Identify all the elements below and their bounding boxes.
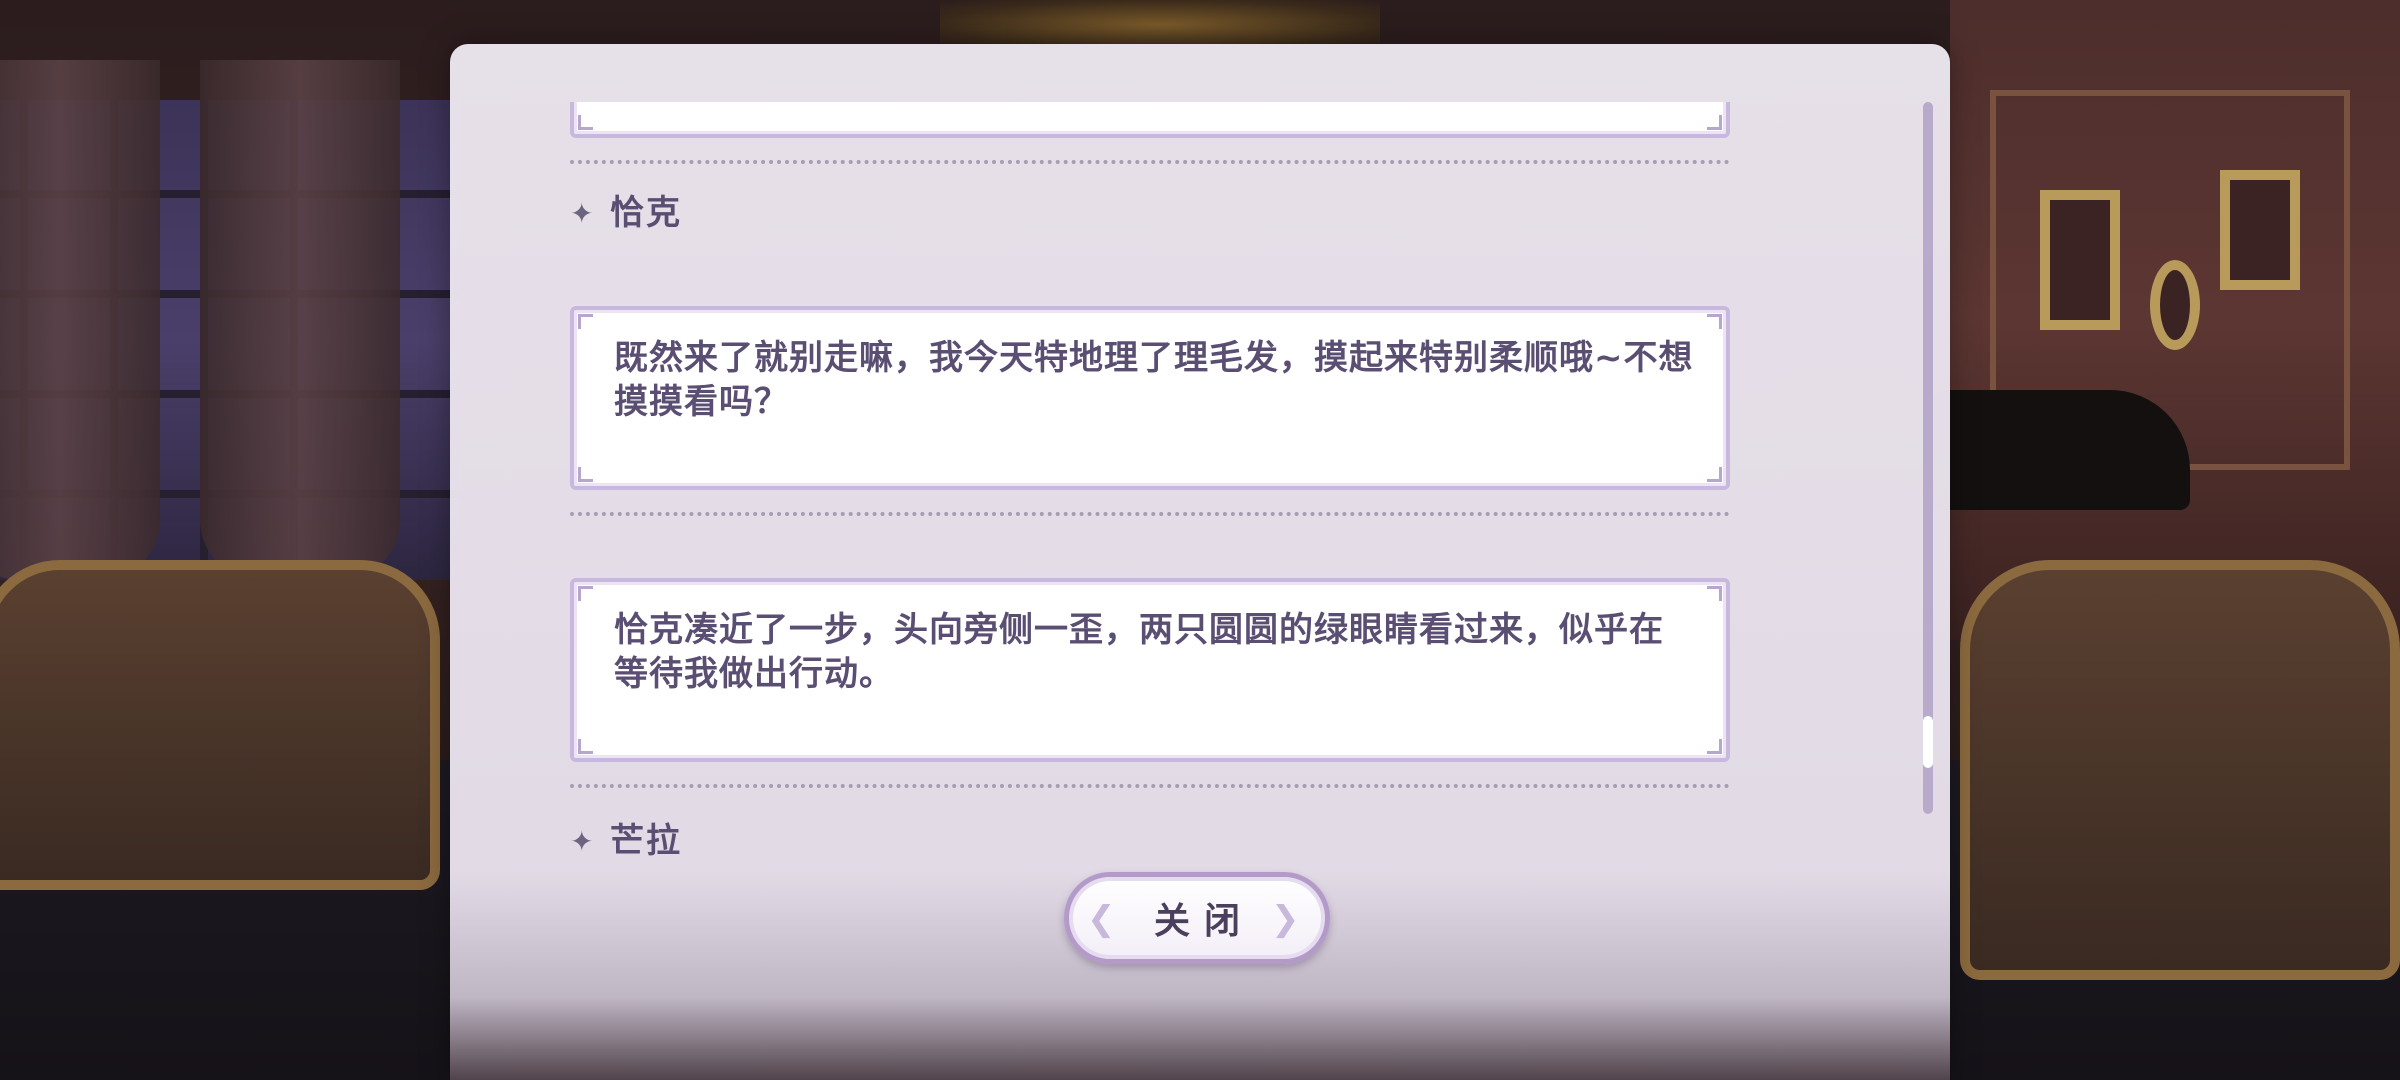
- speaker-name: 芒拉: [610, 820, 682, 861]
- dialog-log-panel: ✦ 恰克 既然来了就别走嘛，我今天特地理了理毛发，摸起来特别柔顺哦~不想摸摸看吗…: [450, 44, 1950, 1080]
- four-point-star-icon: ✦: [570, 825, 594, 858]
- close-button-label: 关闭: [1153, 901, 1254, 942]
- dialog-entry-message: 既然来了就别走嘛，我今天特地理了理毛发，摸起来特别柔顺哦~不想摸摸看吗？: [614, 338, 1694, 422]
- entry-divider: [570, 512, 1730, 516]
- dialog-log-list[interactable]: ✦ 恰克 既然来了就别走嘛，我今天特地理了理毛发，摸起来特别柔顺哦~不想摸摸看吗…: [570, 102, 1820, 862]
- armchair-right: [1960, 560, 2400, 980]
- armchair-left: [0, 560, 440, 890]
- dialog-entry-speaker: ✦ 芒拉: [570, 812, 682, 862]
- right-curtain: [200, 60, 400, 580]
- piano: [1930, 390, 2190, 510]
- ornament-icon: ❯: [1271, 899, 1300, 939]
- entry-divider: [570, 784, 1730, 788]
- log-scrollbar-track[interactable]: [1923, 102, 1933, 814]
- ornament-icon: ❮: [1087, 899, 1116, 939]
- entry-divider: [570, 160, 1730, 164]
- chandelier: [940, 0, 1380, 50]
- speaker-name: 恰克: [610, 192, 682, 233]
- dialog-entry-speaker: ✦ 恰克: [570, 184, 682, 234]
- dialog-entry-text: 既然来了就别走嘛，我今天特地理了理毛发，摸起来特别柔顺哦~不想摸摸看吗？: [570, 306, 1730, 490]
- close-button[interactable]: ❮ 关闭 ❯: [1064, 872, 1330, 964]
- four-point-star-icon: ✦: [570, 197, 594, 230]
- left-curtain: [0, 60, 160, 580]
- log-scrollbar-thumb[interactable]: [1923, 716, 1933, 768]
- dialog-entry-text: 恰克凑近了一步，头向旁侧一歪，两只圆圆的绿眼睛看过来，似乎在等待我做出行动。: [570, 578, 1730, 762]
- dialog-entry-message: 恰克凑近了一步，头向旁侧一歪，两只圆圆的绿眼睛看过来，似乎在等待我做出行动。: [614, 610, 1664, 694]
- oval-frame: [2150, 260, 2200, 350]
- dialog-entry-text: [570, 102, 1730, 138]
- picture-frame: [2220, 170, 2300, 290]
- picture-frame: [2040, 190, 2120, 330]
